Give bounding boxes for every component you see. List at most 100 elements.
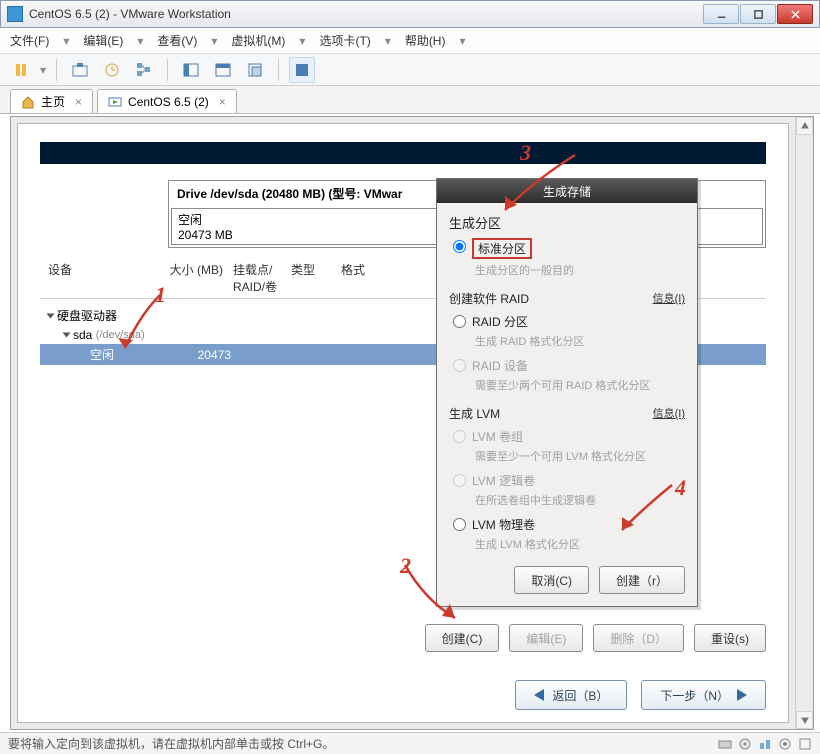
opt-raid-partition[interactable]: RAID 分区 <box>449 311 685 330</box>
lvm-vg-label: LVM 卷组 <box>472 428 523 445</box>
lvm-vg-hint: 需要至少一个可用 LVM 格式化分区 <box>475 448 646 464</box>
opt-standard-hint: 生成分区的一般目的 <box>475 262 574 278</box>
arrow-left-icon <box>534 689 544 701</box>
scroll-down-icon[interactable] <box>796 711 813 729</box>
opt-raid-device: RAID 设备 <box>449 355 685 374</box>
fullscreen-icon[interactable] <box>289 57 315 83</box>
tab-vm-close[interactable]: × <box>219 95 226 109</box>
snapshot-manager-icon[interactable] <box>131 57 157 83</box>
app-icon <box>7 6 23 22</box>
opt-standard-partition[interactable]: 标准分区 <box>449 236 685 259</box>
create-button[interactable]: 创建(C) <box>425 624 500 652</box>
maximize-button[interactable] <box>740 4 776 24</box>
opt-lvm-pv[interactable]: LVM 物理卷 <box>449 514 685 533</box>
nav-buttons: 返回（B） 下一步（N） <box>515 680 766 710</box>
tree-root-label: 硬盘驱动器 <box>57 307 117 324</box>
tab-bar: 主页 × CentOS 6.5 (2) × <box>0 86 820 114</box>
raid-part-label: RAID 分区 <box>472 313 528 330</box>
expand-icon <box>47 313 55 318</box>
next-label: 下一步（N） <box>660 687 729 704</box>
menu-file[interactable]: 文件(F) <box>10 32 49 49</box>
raid-part-hint: 生成 RAID 格式化分区 <box>475 333 584 349</box>
window-titlebar: CentOS 6.5 (2) - VMware Workstation <box>0 0 820 28</box>
col-size: 大小 (MB) <box>168 261 223 295</box>
expand-icon <box>63 333 71 338</box>
tree-dev-path: (/dev/sda) <box>96 329 145 341</box>
disk-status-icon <box>718 737 732 751</box>
tree-free-size: 20473 <box>176 348 231 362</box>
content-area: Drive /dev/sda (20480 MB) (型号: VMwar 空闲 … <box>10 116 814 730</box>
main-button-row: 创建(C) 编辑(E) 删除（D） 重设(s) <box>18 624 766 662</box>
status-text: 要将输入定向到该虚拟机，请在虚拟机内部单击或按 Ctrl+G。 <box>8 735 334 752</box>
status-bar: 要将输入定向到该虚拟机，请在虚拟机内部单击或按 Ctrl+G。 <box>0 732 820 754</box>
radio-raid-dev <box>453 359 466 372</box>
reset-button[interactable]: 重设(s) <box>694 624 766 652</box>
radio-lvm-lv <box>453 474 466 487</box>
sec-lvm: 生成 LVM 信息(I) <box>449 405 685 422</box>
radio-standard[interactable] <box>453 240 466 253</box>
menu-help[interactable]: 帮助(H) <box>405 32 446 49</box>
opt-lvm-vg: LVM 卷组 <box>449 426 685 445</box>
tab-home[interactable]: 主页 × <box>10 89 93 113</box>
view-mode2-icon[interactable] <box>210 57 236 83</box>
menu-view[interactable]: 查看(V) <box>157 32 197 49</box>
toolbar: ▾ <box>0 54 820 86</box>
tree-free-label: 空闲 <box>90 346 176 363</box>
radio-raid-part[interactable] <box>453 315 466 328</box>
lvm-info-link[interactable]: 信息(I) <box>653 405 685 421</box>
minimize-button[interactable] <box>703 4 739 24</box>
view-mode3-icon[interactable] <box>242 57 268 83</box>
dialog-create-button[interactable]: 创建（r） <box>599 566 685 594</box>
opt-lvm-lv: LVM 逻辑卷 <box>449 470 685 489</box>
header-band <box>40 142 766 164</box>
cd-status-icon <box>738 737 752 751</box>
delete-button: 删除（D） <box>593 624 684 652</box>
menu-edit[interactable]: 编辑(E) <box>83 32 123 49</box>
net-status-icon <box>758 737 772 751</box>
next-button[interactable]: 下一步（N） <box>641 680 766 710</box>
home-icon <box>21 95 35 109</box>
lvm-lv-label: LVM 逻辑卷 <box>472 472 535 489</box>
tab-vm-label: CentOS 6.5 (2) <box>128 95 209 109</box>
back-button[interactable]: 返回（B） <box>515 680 627 710</box>
vertical-scrollbar[interactable] <box>795 117 813 729</box>
raid-info-link[interactable]: 信息(I) <box>653 290 685 306</box>
print-status-icon <box>798 737 812 751</box>
radio-lvm-vg <box>453 430 466 443</box>
window-title: CentOS 6.5 (2) - VMware Workstation <box>29 7 703 21</box>
pause-icon[interactable] <box>8 57 34 83</box>
tab-home-close[interactable]: × <box>75 95 82 109</box>
sec-partition: 生成分区 <box>449 213 685 232</box>
tree-dev-label: sda <box>73 328 92 342</box>
scroll-up-icon[interactable] <box>796 117 813 135</box>
dialog-title: 生成存储 <box>437 179 697 203</box>
close-button[interactable] <box>777 4 813 24</box>
edit-button: 编辑(E) <box>509 624 583 652</box>
snapshot-icon[interactable] <box>67 57 93 83</box>
col-format: 格式 <box>341 261 391 295</box>
lvm-pv-hint: 生成 LVM 格式化分区 <box>475 536 580 552</box>
lvm-pv-label: LVM 物理卷 <box>472 516 535 533</box>
installer-panel: Drive /dev/sda (20480 MB) (型号: VMwar 空闲 … <box>17 123 789 723</box>
tab-vm[interactable]: CentOS 6.5 (2) × <box>97 89 237 113</box>
col-device: 设备 <box>48 261 168 295</box>
raid-dev-hint: 需要至少两个可用 RAID 格式化分区 <box>475 377 650 393</box>
dialog-cancel-button[interactable]: 取消(C) <box>514 566 589 594</box>
tab-home-label: 主页 <box>41 93 65 110</box>
snapshot-clock-icon[interactable] <box>99 57 125 83</box>
back-label: 返回（B） <box>552 687 608 704</box>
menu-tabs[interactable]: 选项卡(T) <box>319 32 370 49</box>
menu-bar: 文件(F) ▾ 编辑(E) ▾ 查看(V) ▾ 虚拟机(M) ▾ 选项卡(T) … <box>0 28 820 54</box>
vm-icon <box>108 95 122 109</box>
sound-status-icon <box>778 737 792 751</box>
lvm-lv-hint: 在所选卷组中生成逻辑卷 <box>475 492 596 508</box>
raid-dev-label: RAID 设备 <box>472 357 528 374</box>
sec-raid: 创建软件 RAID 信息(I) <box>449 290 685 307</box>
view-mode1-icon[interactable] <box>178 57 204 83</box>
col-mount: 挂载点/ RAID/卷 <box>223 261 291 295</box>
create-storage-dialog: 生成存储 生成分区 标准分区 生成分区的一般目的 创建软件 RAID 信息(I)… <box>436 178 698 607</box>
menu-vm[interactable]: 虚拟机(M) <box>231 32 285 49</box>
col-type: 类型 <box>291 261 341 295</box>
radio-lvm-pv[interactable] <box>453 518 466 531</box>
arrow-right-icon <box>737 689 747 701</box>
